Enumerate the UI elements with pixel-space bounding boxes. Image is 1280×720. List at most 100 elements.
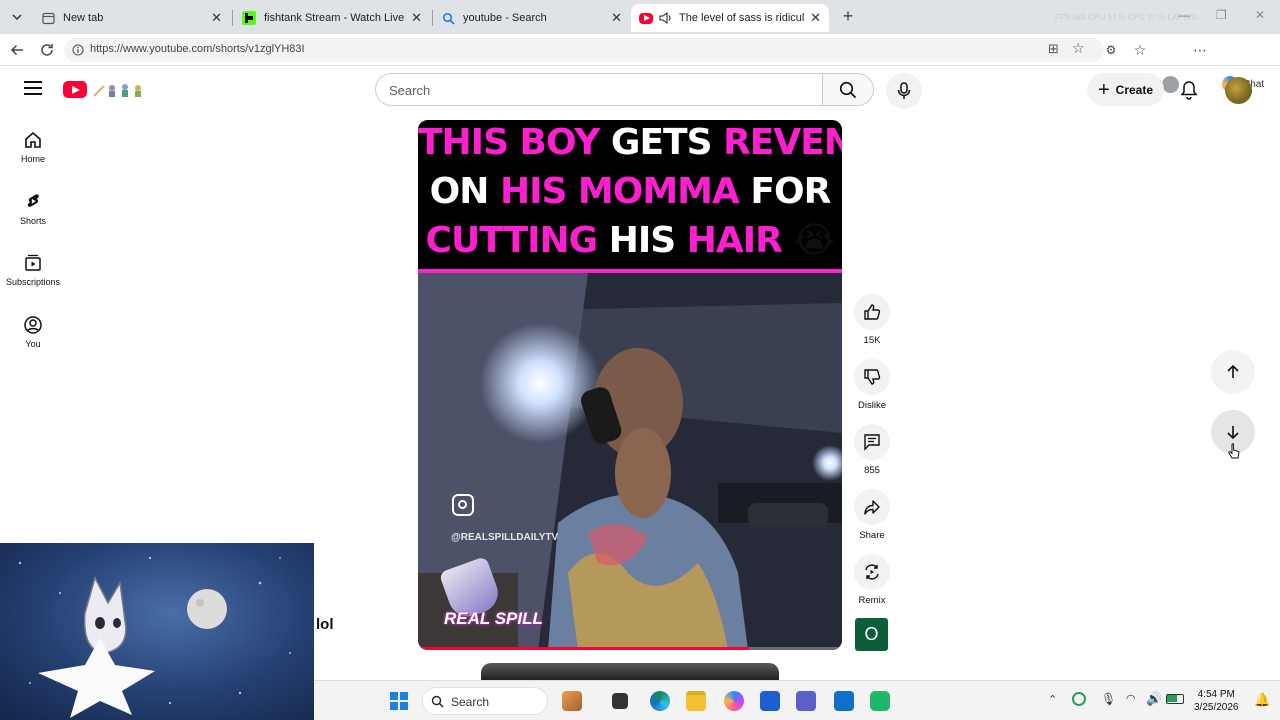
video-progress-bar[interactable] [418, 647, 842, 650]
comment-count: 855 [864, 465, 880, 476]
remix-button[interactable]: Remix [851, 554, 893, 606]
previous-short-button[interactable] [1211, 350, 1255, 394]
video-progress-fill [418, 647, 749, 650]
tab-youtube-short-active[interactable]: The level of sass is ridiculous ✕ [631, 4, 829, 32]
search-placeholder: Search [389, 83, 431, 98]
channel-avatar[interactable]: O [855, 618, 888, 651]
like-button[interactable]: 15K [851, 294, 893, 346]
guide-item-you[interactable]: You [0, 315, 66, 365]
share-button[interactable]: Share [851, 489, 893, 541]
crying-emoji: 😭 [793, 220, 835, 261]
tab-new-tab[interactable]: New tab ✕ [34, 4, 230, 32]
close-tab-icon[interactable]: ✕ [611, 10, 622, 26]
short-video-player[interactable]: THIS BOY GETS REVENGE ON HIS MOMMA FOR C… [418, 120, 842, 650]
comments-button[interactable]: 855 [851, 424, 893, 476]
window-minimize-icon[interactable]: — [1178, 8, 1190, 22]
tab-fishtank[interactable]: fishtank Stream - Watch Live on Ki ✕ [234, 4, 430, 32]
doodle-figures-icon [92, 82, 148, 98]
search-favicon-icon [442, 12, 455, 25]
youtube-logo[interactable] [63, 80, 149, 100]
comment-icon [864, 434, 880, 451]
back-arrow-icon[interactable] [8, 41, 26, 59]
notification-center-icon[interactable]: 🔔 [1254, 692, 1270, 708]
kick-favicon-icon [242, 11, 256, 25]
guide-item-shorts[interactable]: Shorts [0, 192, 66, 242]
battery-icon[interactable] [1166, 694, 1184, 704]
guide-menu-icon[interactable] [24, 81, 42, 95]
volume-icon[interactable]: 🔊 [1146, 691, 1162, 707]
edge-browser-icon[interactable] [650, 691, 670, 711]
account-avatar[interactable] [1225, 77, 1252, 104]
caption-word: CUTTING [425, 220, 609, 261]
like-count: 15K [863, 335, 881, 346]
thumbs-down-icon [864, 369, 881, 385]
youtube-masthead: Search + Create [0, 66, 1280, 114]
address-bar[interactable]: https://www.youtube.com/shorts/v1zglYH83… [64, 38, 1104, 62]
close-tab-icon[interactable]: ✕ [211, 10, 222, 26]
caption-line-2: ON HIS MOMMA FOR [418, 171, 842, 212]
tab-search-dropdown-button[interactable] [8, 9, 26, 25]
task-view-icon[interactable] [612, 693, 628, 709]
read-aloud-icon[interactable]: ⚙ [1102, 41, 1120, 59]
search-icon [431, 695, 444, 708]
bookmark-star-icon[interactable]: ☆ [1072, 40, 1085, 57]
copilot-app-icon[interactable] [724, 691, 744, 711]
search-input[interactable]: Search [375, 73, 823, 106]
caption-line-3: CUTTING HIS HAIR 😭 [418, 220, 842, 261]
reload-icon[interactable] [38, 41, 56, 59]
visual-studio-icon[interactable] [760, 691, 780, 711]
doodle-app-icon[interactable] [562, 691, 582, 711]
search-button[interactable] [822, 73, 874, 106]
windows-taskbar: Search ⌃ 🎙 ◠ 🔊 4:54 PM 3/25/2026 🔔 [314, 680, 1280, 720]
caption-word: HIS MOMMA [499, 171, 751, 212]
clock-date: 3/25/2026 [1194, 702, 1239, 713]
instagram-watermark-icon [452, 494, 474, 516]
share-label: Share [859, 530, 885, 541]
more-options-icon[interactable]: ⋯ [1191, 41, 1209, 59]
notifications-bell-icon[interactable] [1180, 80, 1198, 105]
new-tab-page-icon [42, 12, 55, 24]
tab-separator [432, 10, 433, 26]
new-tab-button[interactable]: + [838, 6, 858, 28]
apps-icon[interactable]: ⊞ [1048, 41, 1059, 57]
wifi-icon[interactable]: ◠ [1126, 692, 1136, 705]
tray-sync-icon[interactable] [1072, 692, 1086, 706]
system-clock[interactable]: 4:54 PM 3/25/2026 [1194, 688, 1239, 714]
windows-start-icon[interactable] [390, 692, 408, 710]
video-caption-band: THIS BOY GETS REVENGE ON HIS MOMMA FOR C… [418, 120, 842, 273]
mouse-pointer-hand-icon [1228, 443, 1240, 464]
close-tab-icon[interactable]: ✕ [810, 10, 821, 26]
next-short-preview[interactable] [481, 663, 779, 680]
speaker-audio-icon[interactable] [659, 12, 673, 24]
you-icon [24, 316, 42, 334]
favorites-icon[interactable]: ☆ [1131, 41, 1149, 59]
file-explorer-icon[interactable] [686, 691, 706, 711]
tab-youtube-search[interactable]: youtube - Search ✕ [434, 4, 630, 32]
clock-time: 4:54 PM [1197, 689, 1235, 700]
outlook-icon[interactable] [834, 691, 854, 711]
arrow-up-icon [1227, 364, 1239, 378]
window-close-icon[interactable]: ✕ [1255, 8, 1265, 22]
voice-search-button[interactable] [886, 73, 922, 109]
overlay-side-text: lol [316, 616, 334, 633]
guide-item-subscriptions[interactable]: Subscriptions [0, 253, 66, 303]
xbox-game-bar-icon[interactable] [870, 691, 890, 711]
youtube-play-logo-icon [63, 81, 87, 98]
tab-title: New tab [63, 12, 104, 24]
site-info-icon[interactable] [72, 44, 84, 56]
taskbar-search-box[interactable]: Search [422, 687, 548, 715]
create-button[interactable]: + Create [1087, 73, 1164, 106]
window-restore-icon[interactable]: ❐ [1216, 8, 1227, 22]
dislike-button[interactable]: Dislike [851, 359, 893, 411]
guide-item-home[interactable]: Home [0, 130, 66, 180]
stream-overlay-cam [0, 543, 314, 720]
browser-tab-strip: New tab ✕ fishtank Stream - Watch Live o… [0, 0, 1280, 34]
youtube-favicon-icon [639, 12, 653, 24]
close-tab-icon[interactable]: ✕ [411, 10, 422, 26]
shorts-icon [27, 194, 39, 207]
teams-icon[interactable] [796, 691, 816, 711]
guide-label: Shorts [19, 216, 46, 226]
tray-microphone-icon[interactable]: 🎙 [1101, 692, 1116, 706]
tab-title: The level of sass is ridiculous [679, 12, 805, 24]
show-hidden-icons-chevron-icon[interactable]: ⌃ [1048, 693, 1057, 706]
